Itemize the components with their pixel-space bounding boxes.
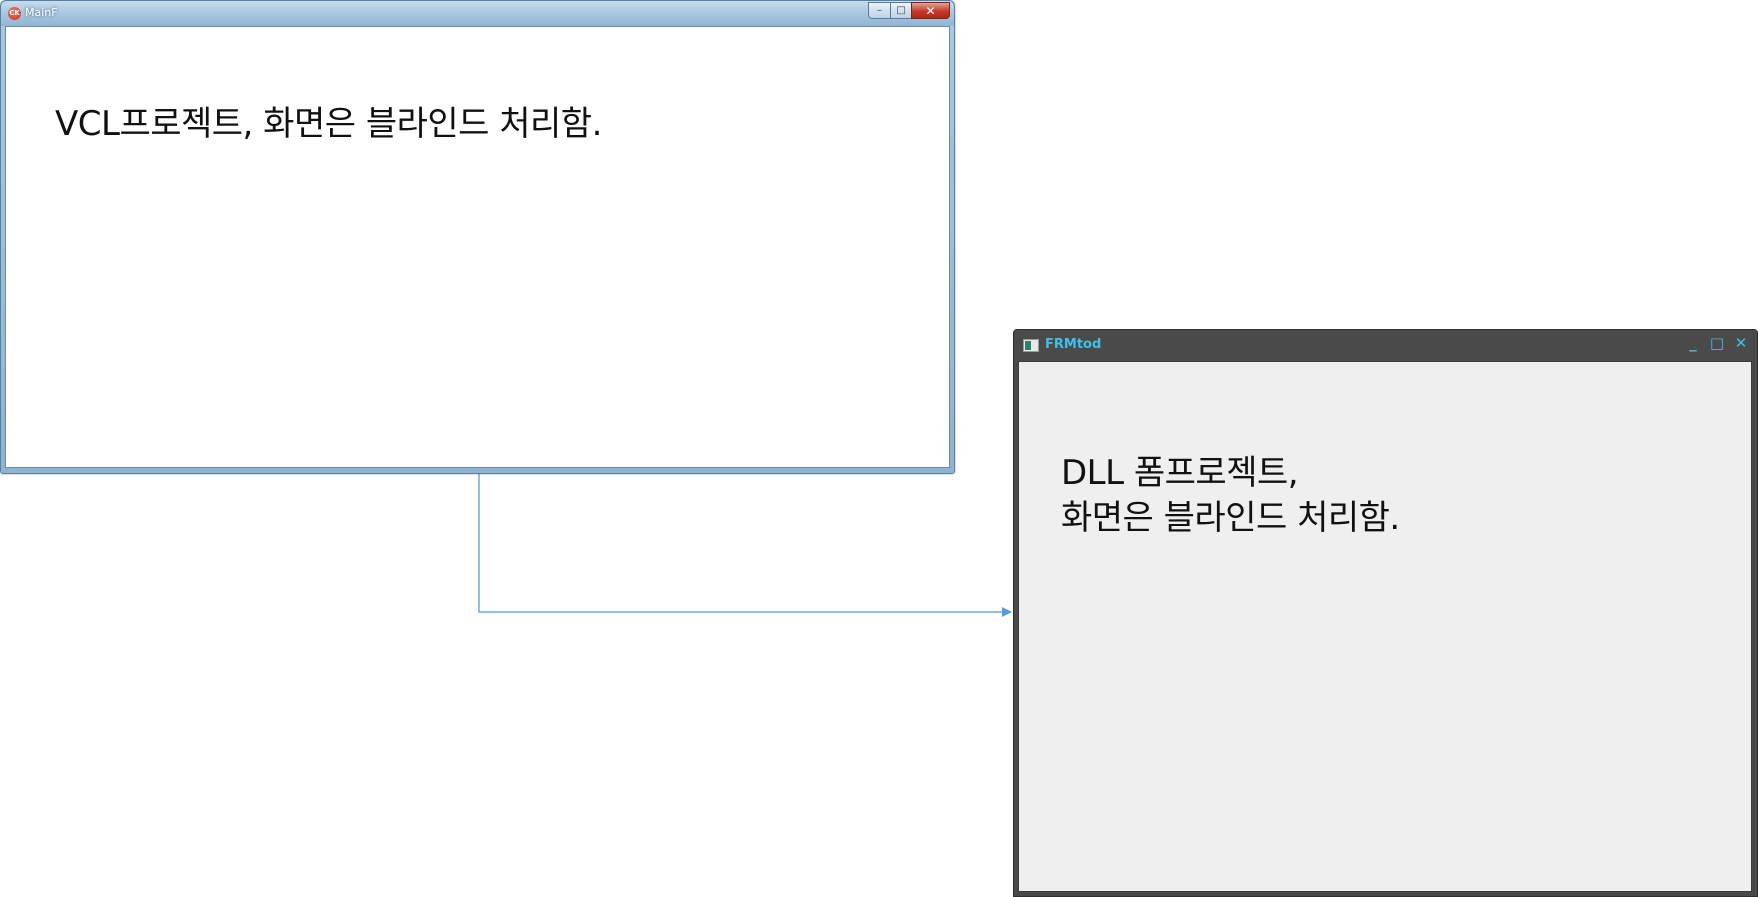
dll-window: FRMtod _ □ ✕ DLL 폼프로젝트, 화면은 블라인드 처리함. xyxy=(1013,329,1758,897)
dll-close-button[interactable]: ✕ xyxy=(1731,333,1751,353)
dll-content-line-1: DLL 폼프로젝트, xyxy=(1061,453,1299,493)
maximize-icon: □ xyxy=(896,4,906,16)
dll-window-caption-buttons: _ □ ✕ xyxy=(1683,333,1751,353)
close-icon: ✕ xyxy=(925,3,936,18)
close-button[interactable]: ✕ xyxy=(911,2,950,19)
dll-maximize-button[interactable]: □ xyxy=(1707,333,1727,353)
connector-line xyxy=(478,474,1012,617)
maximize-button[interactable]: □ xyxy=(890,2,911,19)
dll-window-title: FRMtod xyxy=(1045,337,1102,352)
maximize-icon: □ xyxy=(1709,334,1725,352)
minimize-icon: _ xyxy=(1689,334,1697,352)
minimize-icon: – xyxy=(877,4,882,16)
close-icon: ✕ xyxy=(1734,334,1748,352)
app-red-circle-icon[interactable]: CK xyxy=(8,7,21,20)
main-window-titlebar[interactable]: CK MainF – □ ✕ xyxy=(1,1,954,26)
dll-content-line-2: 화면은 블라인드 처리함. xyxy=(1061,498,1400,538)
main-window-title: MainF xyxy=(25,6,58,19)
main-window-caption-buttons: – □ ✕ xyxy=(868,2,950,20)
minimize-button[interactable]: – xyxy=(868,2,890,19)
main-window-content-text: VCL프로젝트, 화면은 블라인드 처리함. xyxy=(55,104,602,144)
main-window: CK MainF – □ ✕ VCL프로젝트, 화면은 블라인드 처리함. xyxy=(0,0,955,474)
main-window-client-area: VCL프로젝트, 화면은 블라인드 처리함. xyxy=(5,26,950,468)
dll-window-content-text: DLL 폼프로젝트, 화면은 블라인드 처리함. xyxy=(1061,451,1400,541)
form-app-icon[interactable] xyxy=(1023,339,1039,352)
dll-window-titlebar[interactable]: FRMtod _ □ ✕ xyxy=(1014,330,1757,361)
dll-minimize-button[interactable]: _ xyxy=(1683,333,1703,353)
dll-window-client-area: DLL 폼프로젝트, 화면은 블라인드 처리함. xyxy=(1018,361,1752,892)
